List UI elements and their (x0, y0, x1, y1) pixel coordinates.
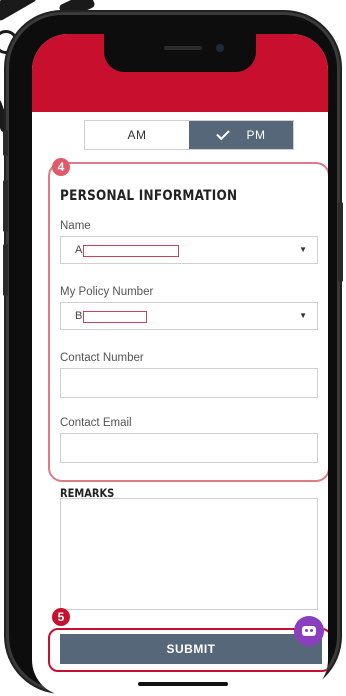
name-label: Name (60, 220, 91, 232)
power-button (338, 202, 343, 282)
am-label: AM (127, 128, 147, 142)
am-option[interactable]: AM (85, 121, 189, 149)
speaker (164, 46, 202, 50)
redaction-box (83, 245, 179, 257)
policy-label: My Policy Number (60, 286, 154, 298)
pm-label: PM (246, 128, 266, 142)
side-button (3, 130, 8, 156)
pm-option[interactable]: PM (189, 121, 293, 149)
submit-label: SUBMIT (166, 642, 216, 656)
volume-up-button (3, 180, 8, 232)
name-select[interactable]: A ▼ (60, 236, 318, 264)
chevron-down-icon: ▼ (299, 311, 307, 320)
policy-value: B (75, 310, 83, 322)
contact-email-label: Contact Email (60, 417, 132, 429)
notch (104, 34, 256, 72)
chatbot-button[interactable] (294, 616, 324, 646)
step-badge: 4 (52, 158, 70, 176)
name-value: A (75, 244, 83, 256)
camera (216, 44, 224, 52)
phone-frame: AM PM 4 PERSONAL INFORMATION Name A ▼ My… (3, 12, 343, 696)
am-pm-toggle: AM PM (84, 120, 294, 150)
remarks-textarea[interactable] (60, 498, 318, 610)
contact-number-input[interactable] (60, 368, 318, 398)
decorative-shape (0, 0, 38, 22)
section-title: PERSONAL INFORMATION (60, 188, 238, 204)
submit-button[interactable]: SUBMIT (60, 634, 322, 664)
home-indicator (138, 682, 228, 686)
check-icon (215, 126, 230, 141)
chatbot-icon (302, 626, 316, 636)
policy-select[interactable]: B ▼ (60, 302, 318, 330)
step-badge: 5 (52, 608, 70, 626)
contact-email-input[interactable] (60, 433, 318, 463)
phone-screen: AM PM 4 PERSONAL INFORMATION Name A ▼ My… (32, 34, 328, 696)
volume-down-button (3, 244, 8, 296)
contact-number-label: Contact Number (60, 352, 144, 364)
redaction-box (83, 311, 147, 323)
chevron-down-icon: ▼ (299, 245, 307, 254)
